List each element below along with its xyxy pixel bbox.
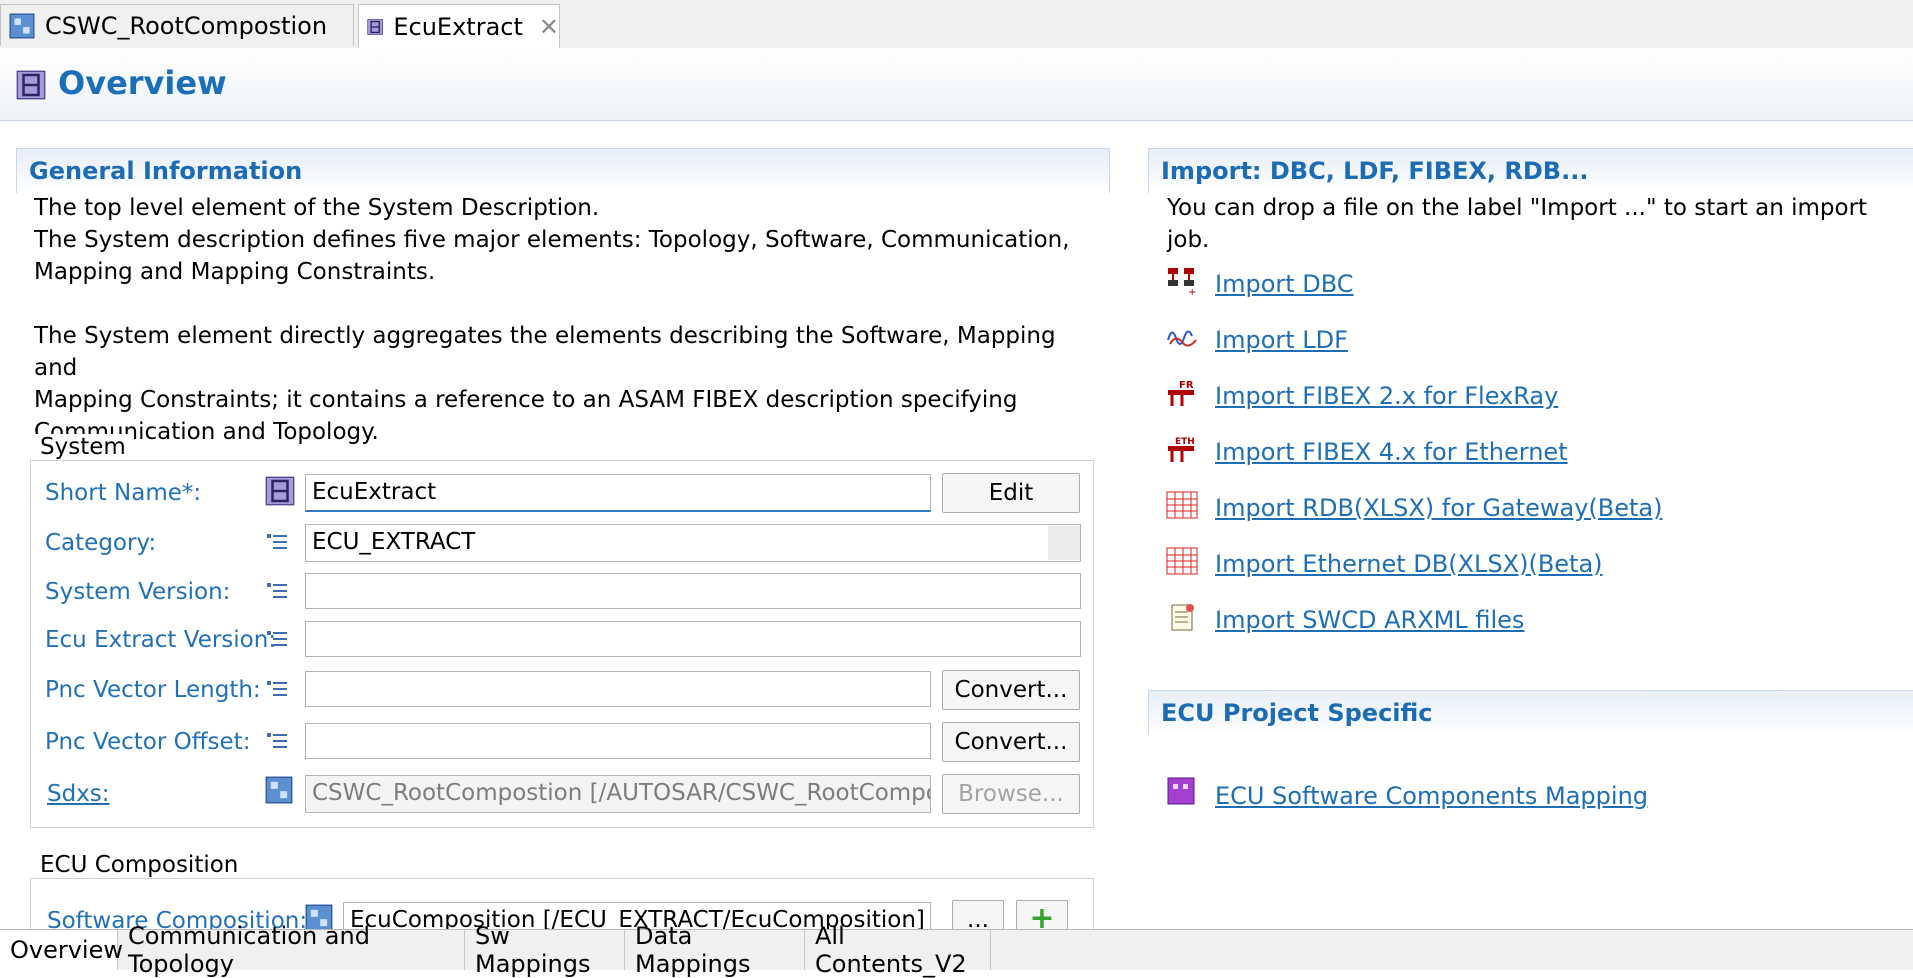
ldf-import-icon bbox=[1167, 330, 1197, 347]
tab-all-contents-v2[interactable]: All Contents_V2 bbox=[805, 922, 991, 978]
list-attribute-icon bbox=[267, 534, 287, 549]
ecu-extract-version-field[interactable] bbox=[305, 621, 1081, 657]
list-attribute-icon bbox=[267, 631, 287, 646]
fibex-ethernet-icon: ETH bbox=[1168, 437, 1195, 462]
import-fibex-flexray-link[interactable]: Import FIBEX 2.x for FlexRay bbox=[1215, 382, 1558, 410]
convert-button[interactable]: Convert... bbox=[942, 722, 1080, 762]
badge-label: FR bbox=[1179, 380, 1194, 391]
group-label: System bbox=[34, 434, 132, 460]
description-line: The System element directly aggregates t… bbox=[34, 323, 1056, 381]
import-ethernet-db-link[interactable]: Import Ethernet DB(XLSX)(Beta) bbox=[1215, 550, 1603, 578]
system-icon bbox=[367, 18, 384, 35]
category-label: Category: bbox=[45, 530, 157, 556]
short-name-label: Short Name*: bbox=[45, 480, 202, 506]
section-title: Import: DBC, LDF, FIBEX, RDB... bbox=[1161, 157, 1589, 185]
spreadsheet-icon bbox=[1166, 547, 1198, 575]
tab-communication-and-topology[interactable]: Communication and Topology bbox=[118, 922, 465, 978]
pnc-vector-offset-label: Pnc Vector Offset: bbox=[45, 729, 251, 755]
system-version-label: System Version: bbox=[45, 579, 231, 605]
import-description: You can drop a file on the label "Import… bbox=[1167, 195, 1868, 253]
composition-icon bbox=[9, 13, 35, 38]
section-title: General Information bbox=[29, 157, 303, 185]
pnc-vector-length-field[interactable] bbox=[305, 671, 931, 707]
edit-button[interactable]: Edit bbox=[942, 473, 1080, 513]
tab-label: CSWC_RootCompostion bbox=[45, 11, 328, 40]
group-label: ECU Composition bbox=[34, 852, 245, 878]
import-rdb-xlsx-link[interactable]: Import RDB(XLSX) for Gateway(Beta) bbox=[1215, 494, 1662, 522]
sdxs-link[interactable]: Sdxs: bbox=[47, 781, 110, 807]
description-line: Mapping and Mapping Constraints. bbox=[34, 259, 436, 285]
close-icon[interactable]: ✕ bbox=[539, 13, 559, 41]
system-version-field[interactable] bbox=[305, 573, 1081, 609]
description-line: The System description defines five majo… bbox=[34, 227, 1070, 253]
list-attribute-icon bbox=[267, 583, 287, 598]
ecu-software-components-mapping-link[interactable]: ECU Software Components Mapping bbox=[1215, 782, 1648, 810]
tab-label: EcuExtract bbox=[393, 12, 523, 41]
editor-tab-bar: CSWC_RootCompostion EcuExtract ✕ bbox=[0, 0, 1913, 49]
sdxs-field[interactable]: CSWC_RootCompostion [/AUTOSAR/CSWC_RootC… bbox=[305, 775, 931, 813]
category-field[interactable]: ECU_EXTRACT bbox=[305, 524, 1081, 562]
system-icon bbox=[16, 70, 46, 100]
general-information-header[interactable]: General Information bbox=[16, 148, 1110, 193]
system-icon bbox=[265, 476, 295, 506]
section-title: ECU Project Specific bbox=[1161, 699, 1433, 727]
category-dropdown-button[interactable] bbox=[1048, 526, 1080, 560]
import-fibex-ethernet-link[interactable]: Import FIBEX 4.x for Ethernet bbox=[1215, 438, 1568, 466]
tab-data-mappings[interactable]: Data Mappings bbox=[625, 922, 805, 978]
svg-text:+: + bbox=[1188, 287, 1196, 296]
fibex-flexray-icon: FR bbox=[1168, 380, 1194, 406]
import-swcd-arxml-link[interactable]: Import SWCD ARXML files bbox=[1215, 606, 1524, 634]
tab-ecuextract[interactable]: EcuExtract ✕ bbox=[358, 4, 560, 48]
browse-button: Browse... bbox=[942, 774, 1080, 814]
composition-icon bbox=[265, 776, 293, 804]
tab-overview[interactable]: Overview bbox=[0, 930, 123, 970]
general-description: The top level element of the System Desc… bbox=[34, 192, 1094, 448]
import-section-header[interactable]: Import: DBC, LDF, FIBEX, RDB... bbox=[1148, 148, 1913, 193]
page-tab-bar: Overview Communication and Topology Sw M… bbox=[0, 922, 1913, 978]
pnc-vector-length-label: Pnc Vector Length: bbox=[45, 677, 261, 703]
ecu-project-specific-header[interactable]: ECU Project Specific bbox=[1148, 690, 1913, 735]
tab-cswc-rootcompostion[interactable]: CSWC_RootCompostion bbox=[0, 4, 354, 46]
short-name-field[interactable]: EcuExtract bbox=[305, 474, 931, 512]
list-attribute-icon bbox=[267, 733, 287, 748]
description-line: The top level element of the System Desc… bbox=[34, 195, 600, 221]
page-title: Overview bbox=[58, 64, 227, 102]
description-line: Communication and Topology. bbox=[34, 419, 379, 445]
badge-label: ETH bbox=[1175, 437, 1195, 447]
description-line: Mapping Constraints; it contains a refer… bbox=[34, 387, 1018, 413]
spreadsheet-icon bbox=[1166, 491, 1198, 519]
ecu-extract-version-label: Ecu Extract Version: bbox=[45, 627, 277, 653]
convert-button[interactable]: Convert... bbox=[942, 670, 1080, 710]
component-mapping-icon bbox=[1167, 777, 1195, 805]
tab-sw-mappings[interactable]: Sw Mappings bbox=[465, 922, 625, 978]
arxml-file-icon bbox=[1171, 604, 1194, 631]
import-ldf-link[interactable]: Import LDF bbox=[1215, 326, 1348, 354]
pnc-vector-offset-field[interactable] bbox=[305, 723, 931, 759]
dbc-import-icon: + bbox=[1168, 268, 1196, 296]
form-header: Overview bbox=[0, 48, 1913, 121]
import-dbc-link[interactable]: Import DBC bbox=[1215, 270, 1354, 298]
list-attribute-icon bbox=[267, 681, 287, 696]
